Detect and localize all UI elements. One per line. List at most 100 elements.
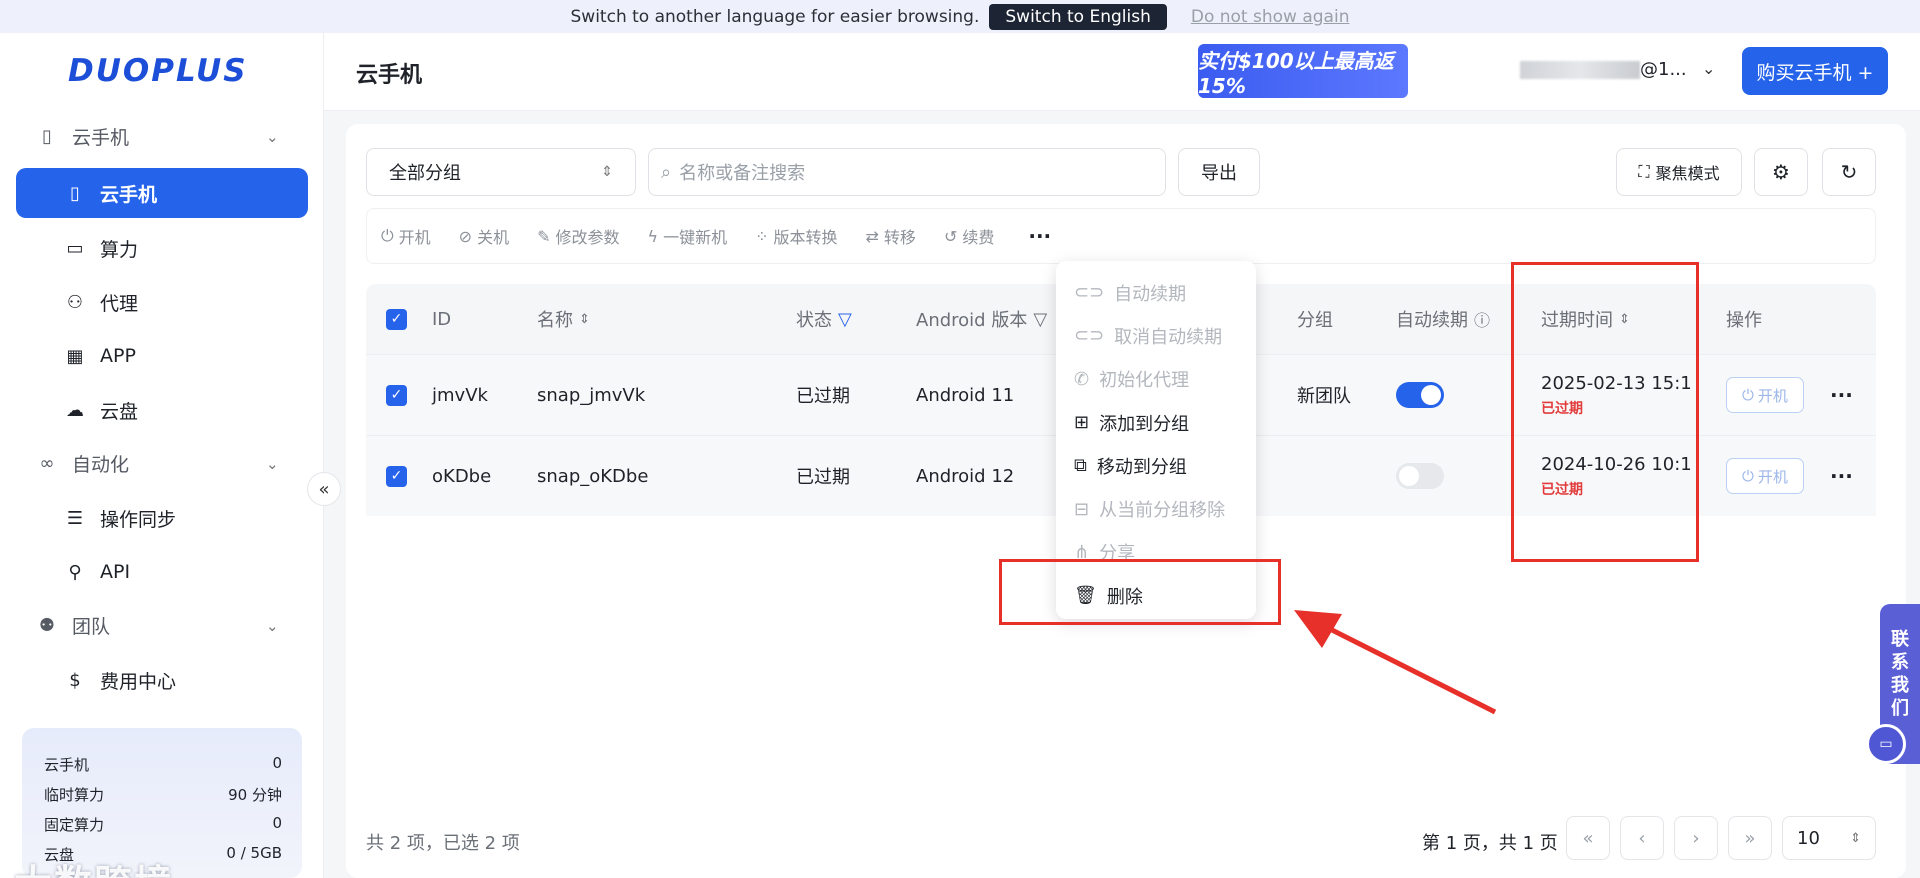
menu-label: 移动到分组 xyxy=(1096,456,1187,478)
cell-power[interactable]: ⏻ 开机 xyxy=(1726,436,1804,516)
folder-remove-icon: ⊟ xyxy=(1074,498,1090,520)
stat-value: 0 xyxy=(272,754,282,772)
sidebar-item-label: 费用中心 xyxy=(100,670,177,693)
power-off-action[interactable]: ⊘ 关机 xyxy=(459,224,509,248)
col-name[interactable]: 名称 ⇕ xyxy=(537,284,590,354)
chevron-down-icon[interactable]: ⌄ xyxy=(1702,59,1715,78)
infinity-icon: ∞ xyxy=(39,453,55,474)
stat-label: 固定算力 xyxy=(44,816,105,834)
convert-version-action[interactable]: ⁘ 版本转换 xyxy=(755,224,837,248)
check-icon: ✓ xyxy=(386,308,407,330)
row-more-button[interactable]: ··· xyxy=(1830,436,1853,516)
menu-item-auto-renew[interactable]: ⊂⊃ 自动续期 xyxy=(1056,271,1256,314)
col-name-label: 名称 xyxy=(537,310,573,331)
bolt-icon: ϟ xyxy=(647,226,659,246)
prev-page-button[interactable]: ‹ xyxy=(1620,816,1664,860)
user-account[interactable]: @1... xyxy=(1520,59,1687,80)
col-auto-renew: 自动续期 ⓘ xyxy=(1396,284,1490,354)
power-label: 开机 xyxy=(1757,386,1788,405)
power-on-action[interactable]: ⏻ 开机 xyxy=(381,224,431,248)
focus-mode-button[interactable]: ⛶ 聚焦模式 xyxy=(1616,148,1742,196)
layers-icon: ☰ xyxy=(66,507,84,529)
action-label: 版本转换 xyxy=(773,228,838,247)
auto-renew-toggle[interactable] xyxy=(1396,436,1444,516)
menu-label: 从当前分组移除 xyxy=(1099,500,1226,522)
page-title: 云手机 xyxy=(356,63,423,88)
sidebar-item-label: 代理 xyxy=(100,292,139,315)
nav-group-team[interactable]: ⚉ 团队 ⌄ xyxy=(36,612,279,639)
sidebar-item-sync[interactable]: ☰ 操作同步 xyxy=(16,493,308,543)
sidebar-item-cloud-disk[interactable]: ☁ 云盘 xyxy=(16,385,308,435)
refresh-icon: ↻ xyxy=(1840,160,1858,184)
filter-settings-button[interactable]: ⚙ xyxy=(1754,148,1808,196)
menu-item-add-to-group[interactable]: ⊞ 添加到分组 xyxy=(1056,401,1256,444)
sidebar-item-cloud-phone[interactable]: ▯ 云手机 xyxy=(16,168,308,218)
sidebar-item-label: 云手机 xyxy=(100,183,158,206)
search-input[interactable]: ⌕ 名称或备注搜索 xyxy=(648,148,1166,196)
buy-cloud-phone-button[interactable]: 购买云手机 + xyxy=(1742,47,1888,95)
last-page-button[interactable]: » xyxy=(1728,816,1772,860)
toggle-knob xyxy=(1399,466,1419,486)
cell-android: Android 11 xyxy=(916,384,1015,406)
toggle-off xyxy=(1396,463,1444,489)
filter-icon: ▽ xyxy=(1033,308,1048,330)
first-page-button[interactable]: « xyxy=(1566,816,1610,860)
page-size-select[interactable]: 10 ⇕ xyxy=(1782,816,1876,860)
new-device-action[interactable]: ϟ 一键新机 xyxy=(648,224,728,248)
sidebar-item-compute[interactable]: ▭ 算力 xyxy=(16,223,308,273)
group-select[interactable]: 全部分组 ⇕ xyxy=(366,148,636,196)
renew-action[interactable]: ↺ 续费 xyxy=(944,224,994,248)
row-more-button[interactable]: ··· xyxy=(1830,355,1853,435)
renew-icon: ↺ xyxy=(943,226,958,246)
collapse-sidebar-button[interactable]: « xyxy=(307,472,341,506)
cell-power[interactable]: ⏻ 开机 xyxy=(1726,355,1804,435)
search-placeholder: 名称或备注搜索 xyxy=(679,163,806,184)
contact-label: 联系我们 xyxy=(1891,629,1909,719)
plug-icon: ⚲ xyxy=(68,561,82,583)
power-off-icon: ⊘ xyxy=(458,226,473,246)
page-header: 云手机 实付$100以上最高返15% @1... ⌄ 购买云手机 + xyxy=(324,33,1920,111)
col-actions: 操作 xyxy=(1726,310,1762,331)
menu-item-init-proxy[interactable]: ✆ 初始化代理 xyxy=(1056,358,1256,401)
more-actions-button[interactable]: ··· xyxy=(1028,224,1051,248)
nav-group-cloud-phone[interactable]: ▯ 云手机 ⌄ xyxy=(36,123,279,150)
row-checkbox[interactable]: ✓ xyxy=(386,436,407,516)
col-id: ID xyxy=(432,308,452,330)
filter-icon: ▽ xyxy=(838,308,852,330)
col-android[interactable]: Android 版本 ▽ xyxy=(916,284,1047,354)
auto-renew-toggle[interactable] xyxy=(1396,355,1444,435)
cell-android: Android 12 xyxy=(916,465,1015,487)
promo-banner[interactable]: 实付$100以上最高返15% xyxy=(1198,44,1408,98)
switch-language-button[interactable]: Switch to English xyxy=(989,3,1167,30)
power-on-button[interactable]: ⏻ 开机 xyxy=(1726,458,1804,494)
next-page-button[interactable]: › xyxy=(1674,816,1718,860)
cell-name: snap_jmvVk xyxy=(537,384,646,406)
export-button[interactable]: 导出 xyxy=(1178,148,1260,196)
toggle-off-icon: ⊂⊃ xyxy=(1074,325,1105,347)
toggle-knob xyxy=(1421,385,1441,405)
sidebar-item-api[interactable]: ⚲ API xyxy=(16,547,308,597)
sidebar-item-billing[interactable]: $ 费用中心 xyxy=(16,655,308,705)
cell-status: 已过期 xyxy=(796,386,850,407)
transfer-action[interactable]: ⇄ 转移 xyxy=(866,224,916,248)
nav-group-automation[interactable]: ∞ 自动化 ⌄ xyxy=(36,450,279,477)
menu-item-cancel-auto-renew[interactable]: ⊂⊃ 取消自动续期 xyxy=(1056,314,1256,357)
logo[interactable]: DUOPLUS xyxy=(68,53,248,89)
row-checkbox[interactable]: ✓ xyxy=(386,355,407,435)
menu-item-remove-from-group[interactable]: ⊟ 从当前分组移除 xyxy=(1056,487,1256,530)
info-icon[interactable]: ⓘ xyxy=(1474,307,1490,331)
dismiss-banner-link[interactable]: Do not show again xyxy=(1191,7,1350,27)
col-status[interactable]: 状态 ▽ xyxy=(796,284,852,354)
chat-icon[interactable]: ▭ xyxy=(1866,724,1906,764)
menu-item-move-to-group[interactable]: ⧉ 移动到分组 xyxy=(1056,444,1256,487)
action-label: 转移 xyxy=(883,228,916,247)
power-on-button[interactable]: ⏻ 开机 xyxy=(1726,377,1804,413)
cell-group: 新团队 xyxy=(1297,386,1351,407)
refresh-button[interactable]: ↻ xyxy=(1822,148,1876,196)
sidebar-item-proxy[interactable]: ⚇ 代理 xyxy=(16,277,308,327)
check-icon: ✓ xyxy=(386,384,407,406)
select-all-checkbox[interactable]: ✓ xyxy=(386,284,407,354)
edit-params-action[interactable]: ✎ 修改参数 xyxy=(537,224,619,248)
sidebar-item-app[interactable]: ▦ APP xyxy=(16,331,308,381)
cell-id: oKDbe xyxy=(432,465,492,487)
